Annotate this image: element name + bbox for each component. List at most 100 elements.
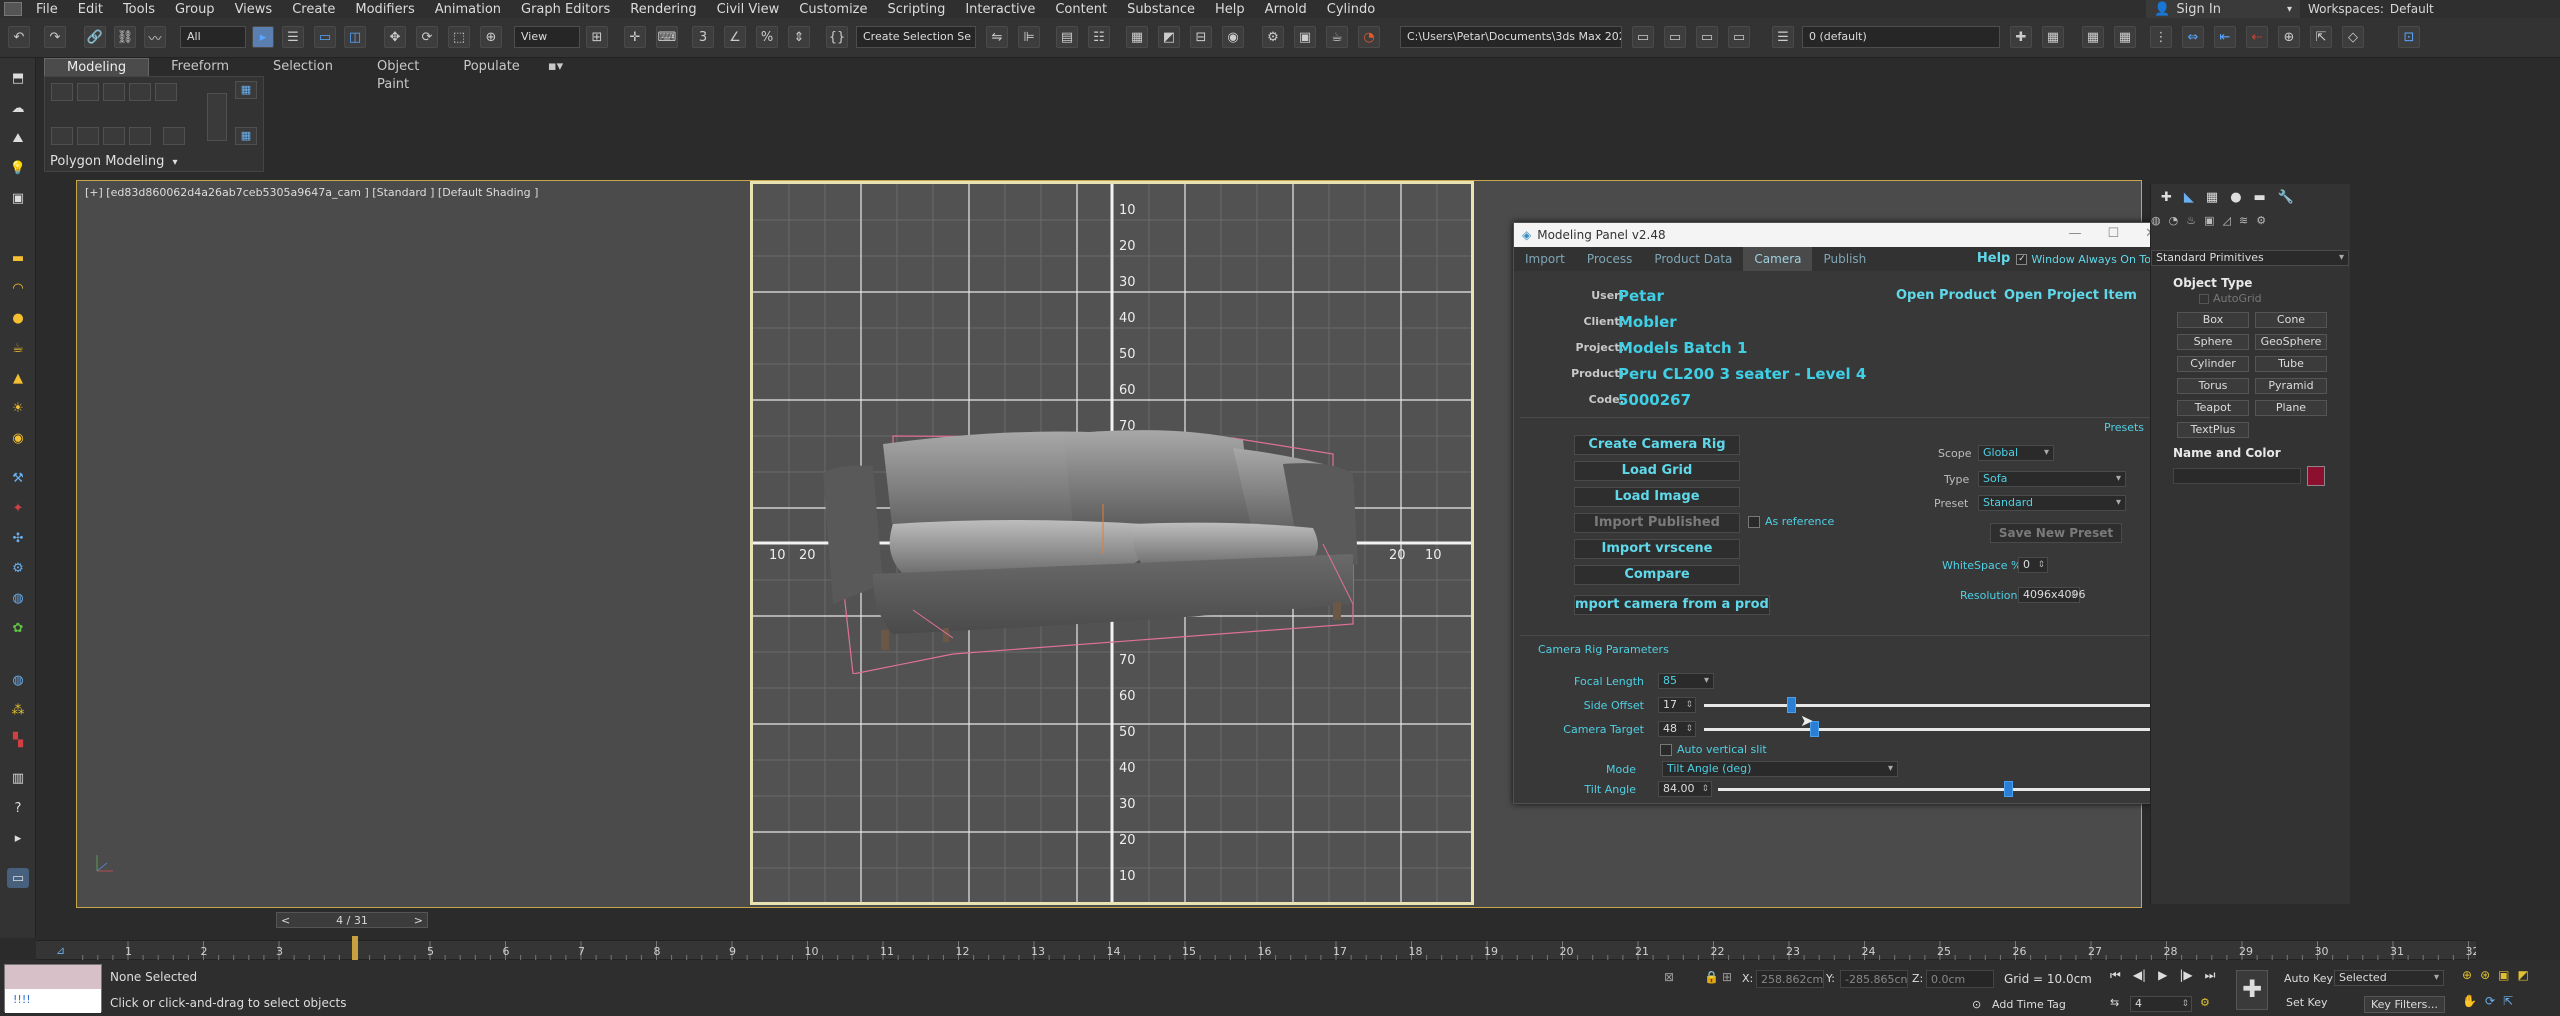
lock-selection-icon[interactable]: 🔒 (1704, 970, 1719, 984)
isolate-icon[interactable]: ◍ (7, 670, 29, 690)
rectangular-selection-icon[interactable]: ▭ (314, 26, 336, 48)
ribbon-tab-modeling[interactable]: Modeling (44, 58, 150, 76)
menu-rendering[interactable]: Rendering (620, 2, 706, 17)
helpers-icon[interactable]: ◿ (2223, 214, 2231, 227)
sofa-model[interactable] (813, 424, 1373, 674)
viewport-label[interactable]: [+] [ed83d860062d4a26ab7ceb5305a9647a_ca… (85, 186, 538, 199)
add-to-layer-icon[interactable]: ✚ (2010, 26, 2032, 48)
ribbon-tab-populate[interactable]: Populate (441, 58, 542, 76)
border-mode-icon[interactable] (103, 83, 125, 101)
auto-vertical-slit-checkbox[interactable]: Auto vertical slit (1660, 743, 1767, 756)
snap-toggle-icon[interactable]: 3 (692, 26, 714, 48)
autogrid-checkbox[interactable]: AutoGrid (2199, 292, 2262, 305)
maxscript-output[interactable]: !!!! (5, 989, 101, 1013)
menu-edit[interactable]: Edit (68, 2, 113, 17)
preset-dropdown[interactable]: Standard (1978, 495, 2126, 511)
maxscript-listener[interactable]: !!!! (4, 964, 102, 1013)
save-new-preset-button[interactable]: Save New Preset (1990, 523, 2122, 543)
type-dropdown[interactable]: Sofa (1978, 471, 2126, 487)
set-key-big-button[interactable]: ✚ (2236, 970, 2268, 1010)
go-to-end-icon[interactable]: ⏭ (2205, 968, 2216, 983)
camera-icon[interactable]: ▣ (7, 188, 29, 208)
always-on-top-checkbox[interactable]: ✓ Window Always On Top (2016, 253, 2164, 266)
track-bar[interactable]: ⊿ 12345678910111213141516171819202122232… (36, 940, 2476, 961)
side-offset-input[interactable]: 17 (1658, 697, 1696, 713)
import-published-button[interactable]: Import Published (1574, 513, 1740, 533)
minimize-icon[interactable]: — (2068, 226, 2081, 241)
menu-scripting[interactable]: Scripting (878, 2, 956, 17)
sun-icon[interactable]: ☀ (7, 398, 29, 418)
set-project-icon[interactable]: ▭ (1664, 26, 1686, 48)
select-manipulate-icon[interactable]: ✛ (624, 26, 646, 48)
transform-type-in-icon[interactable]: ⊕ (2278, 26, 2300, 48)
lights-icon[interactable]: ♨ (2186, 214, 2196, 227)
create-camera-rig-button[interactable]: Create Camera Rig (1574, 435, 1740, 455)
hierarchy-tab-icon[interactable]: ▦ (2206, 190, 2218, 205)
display-tab-icon[interactable]: ▬ (2254, 190, 2266, 205)
tube-button[interactable]: Tube (2255, 356, 2327, 372)
menu-group[interactable]: Group (165, 2, 225, 17)
whitespace-input[interactable]: 0 (2018, 557, 2048, 573)
isolate-selection-icon[interactable]: ⊠ (1664, 970, 1674, 984)
zoom-all-icon[interactable]: ⊛ (2480, 968, 2490, 982)
menu-modifiers[interactable]: Modifiers (345, 2, 424, 17)
align-icon[interactable]: ⊫ (1018, 26, 1040, 48)
tilt-angle-slider-thumb[interactable] (2003, 781, 2013, 797)
menu-substance[interactable]: Substance (1117, 2, 1205, 17)
make-planar-icon[interactable] (103, 127, 125, 145)
undo-icon[interactable]: ↶ (8, 26, 30, 48)
box-primitive-icon[interactable]: ▬ (7, 248, 29, 268)
menu-views[interactable]: Views (225, 2, 283, 17)
element-mode-icon[interactable] (155, 83, 177, 101)
utilities-tab-icon[interactable]: 🔧 (2278, 190, 2294, 205)
set-key-button[interactable]: Set Key (2286, 996, 2328, 1009)
unlink-icon[interactable]: ⛓ (114, 26, 136, 48)
toggle-ribbon-icon[interactable]: ▦ (1126, 26, 1148, 48)
polygon-mode-icon[interactable] (129, 83, 151, 101)
snaps-grid-icon[interactable]: ⋮ (2150, 26, 2172, 48)
polygon-modeling-dropdown[interactable]: Polygon Modeling ▾ (50, 154, 178, 169)
percent-snap-icon[interactable]: % (756, 26, 778, 48)
menu-create[interactable]: Create (282, 2, 345, 17)
schematic-view-icon[interactable]: ⊟ (1190, 26, 1212, 48)
previous-frame-icon[interactable]: ◀| (2133, 968, 2146, 983)
camera-target-input[interactable]: 48 (1658, 721, 1696, 737)
mirror-icon[interactable]: ⇋ (986, 26, 1008, 48)
cone-primitive-icon[interactable]: ◠ (7, 278, 29, 298)
as-reference-checkbox[interactable]: As reference (1748, 515, 1834, 528)
spinner-snap-icon[interactable]: ⇕ (788, 26, 810, 48)
menu-animation[interactable]: Animation (425, 2, 511, 17)
tilt-angle-input[interactable]: 84.00 (1658, 781, 1712, 797)
workspaces-selector[interactable]: Workspaces: Default (2300, 0, 2560, 18)
keyboard-shortcut-icon[interactable]: ⌨ (656, 26, 678, 48)
edit-poly-icon[interactable]: ▦ (235, 81, 257, 99)
key-mode-icon[interactable]: ⇆ (2110, 996, 2119, 1009)
next-frame-icon[interactable]: |▶ (2179, 968, 2192, 983)
create-tab-icon[interactable]: ✚ (2161, 190, 2172, 205)
help-icon[interactable]: ? (7, 798, 29, 818)
edit-mesh-icon[interactable]: ▦ (235, 127, 257, 145)
teapot-primitive-icon[interactable]: ☕ (7, 338, 29, 358)
maxscript-input[interactable] (5, 965, 101, 989)
tab-import[interactable]: Import (1514, 247, 1576, 271)
link-icon[interactable]: 🔗 (84, 26, 106, 48)
angle-snap-icon[interactable]: ∠ (724, 26, 746, 48)
freeform-icon[interactable]: ☁ (7, 98, 29, 118)
particles-icon[interactable]: ⁂ (7, 700, 29, 720)
pyramid-button[interactable]: Pyramid (2255, 378, 2327, 394)
sphere-button[interactable]: Sphere (2177, 334, 2249, 350)
chevron-left-icon[interactable]: < (281, 914, 290, 927)
hair-icon[interactable]: ▦ (2114, 26, 2136, 48)
rendered-frame-window-icon[interactable]: ▣ (1294, 26, 1316, 48)
zoom-extents-icon[interactable]: ▣ (2498, 968, 2509, 982)
absolute-mode-icon[interactable]: ⊞ (1722, 970, 1732, 984)
rotate-icon[interactable]: ⟳ (416, 26, 438, 48)
auto-key-button[interactable]: Auto Key (2284, 972, 2333, 985)
category-dropdown[interactable]: Standard Primitives (2151, 250, 2349, 266)
select-icon[interactable]: ⬒ (7, 68, 29, 88)
compare-button[interactable]: Compare (1574, 565, 1740, 585)
render-production-icon[interactable]: ☕ (1326, 26, 1348, 48)
menu-cylindo[interactable]: Cylindo (1317, 2, 1385, 17)
menu-interactive[interactable]: Interactive (955, 2, 1045, 17)
side-offset-slider-track[interactable] (1704, 704, 2164, 707)
